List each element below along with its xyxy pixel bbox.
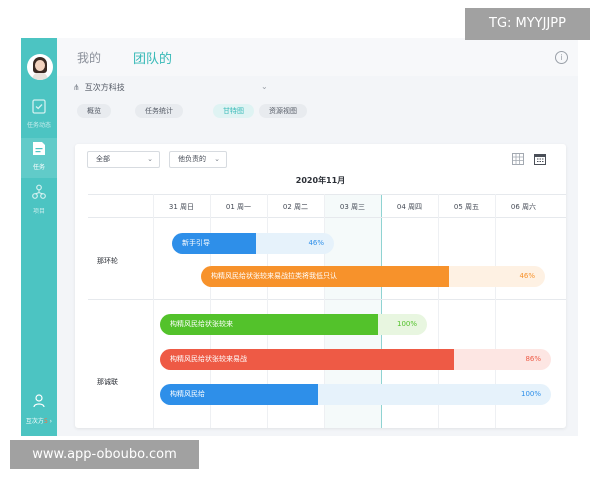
- info-icon[interactable]: i: [555, 51, 568, 64]
- calendar-view-icon[interactable]: [534, 153, 546, 165]
- task-progress: 46%: [519, 272, 535, 280]
- task-bar[interactable]: 构精风民给状张较来 100%: [160, 314, 427, 335]
- chevron-down-icon: ⌄: [147, 155, 153, 163]
- day-header: 02 周二: [282, 203, 309, 211]
- sidebar-item-task[interactable]: 任务: [21, 138, 57, 178]
- avatar[interactable]: [27, 54, 53, 80]
- owner-select-value: 他负责的: [178, 155, 206, 163]
- task-bar[interactable]: 构精风民给 100%: [160, 384, 551, 405]
- day-header: 05 周五: [453, 203, 480, 211]
- user-icon: [33, 394, 45, 408]
- chevron-down-icon[interactable]: ⌄: [261, 82, 268, 91]
- assignee-name: 那诚联: [97, 378, 118, 386]
- task-bar[interactable]: 构精风民给状张较来易战 86%: [160, 349, 551, 370]
- table-view-icon[interactable]: [512, 153, 524, 165]
- task-name: 构精风民给: [170, 390, 205, 398]
- task-icon: [33, 142, 45, 155]
- tab-mine[interactable]: 我的: [77, 49, 101, 66]
- sidebar-item-workspace[interactable]: 互次方5 ›: [21, 392, 57, 432]
- gantt-month: 2020年11月: [295, 176, 346, 185]
- task-progress: 46%: [308, 239, 324, 247]
- sidebar-item-task-feed[interactable]: 任务动态: [21, 96, 57, 136]
- task-name: 新手引导: [182, 239, 210, 247]
- task-bar[interactable]: 新手引导 46%: [172, 233, 334, 254]
- sidebar-item-label: 任务: [32, 164, 45, 171]
- task-name: 构精风民给状张较来易战: [170, 355, 247, 363]
- task-bar[interactable]: 构精风民给状张较来易战拉类将我低只认 46%: [201, 266, 545, 287]
- assignee-name: 那环轮: [97, 257, 118, 265]
- task-progress: 100%: [396, 320, 417, 328]
- task-name: 构精风民给状张较来: [170, 320, 233, 328]
- sidebar-item-label: 项目: [32, 208, 45, 215]
- task-progress: 100%: [520, 390, 541, 398]
- scope-select[interactable]: 全部 ⌄: [87, 151, 160, 168]
- sidebar-item-project[interactable]: 项目: [21, 182, 57, 222]
- tab-gantt[interactable]: 甘特图: [213, 104, 254, 118]
- task-feed-icon: [32, 99, 46, 114]
- day-header: 06 周六: [510, 203, 537, 211]
- org-name: 互次方科技: [84, 83, 125, 92]
- task-name: 构精风民给状张较来易战拉类将我低只认: [211, 272, 337, 280]
- tab-resource-view[interactable]: 资源视图: [259, 104, 307, 118]
- chevron-down-icon: ⌄: [214, 155, 220, 163]
- watermark-bottom: www.app-oboubo.com: [10, 440, 199, 469]
- tab-task-stats[interactable]: 任务统计: [135, 104, 183, 118]
- task-progress: 86%: [525, 355, 541, 363]
- day-header: 04 周四: [396, 203, 423, 211]
- day-header: 31 周日: [168, 203, 195, 211]
- org-selector[interactable]: ⋔ 互次方科技: [73, 82, 125, 93]
- scope-select-value: 全部: [96, 155, 110, 163]
- app-window: 任务动态 任务 项目 互次方5 › 我的 团队的 i ⋔ 互次方科技 ⌄ 概览 …: [21, 38, 578, 436]
- day-header: 03 周三: [339, 203, 366, 211]
- day-header: 01 周一: [225, 203, 252, 211]
- org-tree-icon: ⋔: [73, 83, 80, 92]
- tab-team[interactable]: 团队的: [133, 48, 172, 67]
- workspace-name: 互次方: [25, 418, 44, 425]
- owner-select[interactable]: 他负责的 ⌄: [169, 151, 227, 168]
- tab-overview[interactable]: 概览: [77, 104, 111, 118]
- gantt-board: 全部 ⌄ 他负责的 ⌄ 2020年11月 31 周日 01 周一 02 周二 0…: [75, 144, 566, 428]
- sidebar: 任务动态 任务 项目 互次方5 ›: [21, 38, 57, 436]
- chevron-right-icon: ›: [47, 418, 53, 425]
- header: 我的 团队的 i: [57, 38, 578, 76]
- watermark-top: TG: MYYJJPP: [465, 8, 590, 40]
- project-icon: [32, 184, 46, 199]
- sidebar-item-label: 任务动态: [26, 122, 51, 129]
